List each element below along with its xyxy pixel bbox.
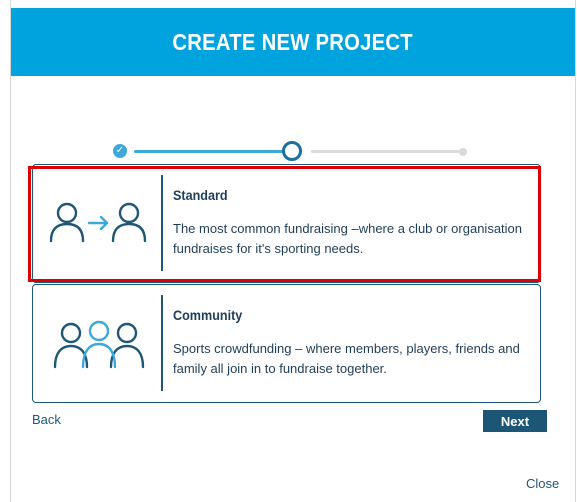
option-description: Sports crowdfunding – where members, pla… (173, 341, 520, 376)
step-3-pending (459, 148, 467, 156)
modal-top-strip (11, 0, 575, 8)
step-1-completed-check-icon: ✓ (113, 144, 127, 158)
modal-header: CREATE NEW PROJECT (11, 8, 575, 76)
option-card-community[interactable]: Community Sports crowdfunding – where me… (32, 284, 541, 403)
option-card-standard[interactable]: Standard The most common fundraising –wh… (32, 164, 541, 283)
option-title: Community (173, 307, 243, 323)
next-button[interactable]: Next (483, 410, 547, 432)
card-divider (161, 175, 163, 271)
card-divider (161, 295, 163, 391)
back-link[interactable]: Back (32, 412, 61, 427)
progress-stepper: ✓ (0, 140, 577, 164)
option-title: Standard (173, 187, 228, 203)
person-to-person-icon (49, 202, 147, 243)
step-2-current (282, 141, 302, 161)
group-icon (53, 320, 145, 369)
stepper-line-completed (134, 150, 290, 153)
close-link[interactable]: Close (526, 476, 559, 491)
option-description: The most common fundraising –where a clu… (173, 221, 523, 256)
modal-title: CREATE NEW PROJECT (172, 28, 414, 55)
stepper-line-remaining (311, 150, 463, 153)
